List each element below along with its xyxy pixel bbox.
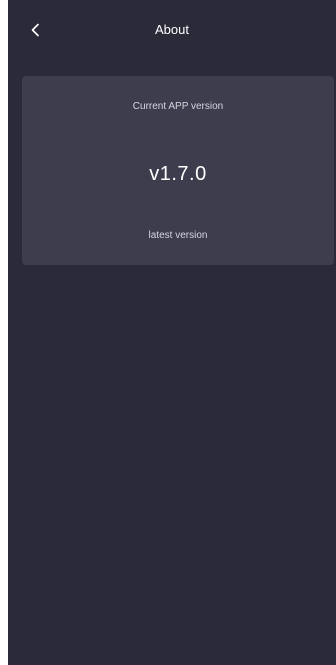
version-label: Current APP version [132,101,224,112]
version-number: v1.7.0 [149,163,207,185]
version-card: Current APP version v1.7.0 latest versio… [22,76,334,265]
header-bar: About [8,0,336,62]
version-status: latest version [148,230,208,241]
about-screen: About Current APP version v1.7.0 latest … [8,0,336,665]
page-title: About [155,22,189,37]
